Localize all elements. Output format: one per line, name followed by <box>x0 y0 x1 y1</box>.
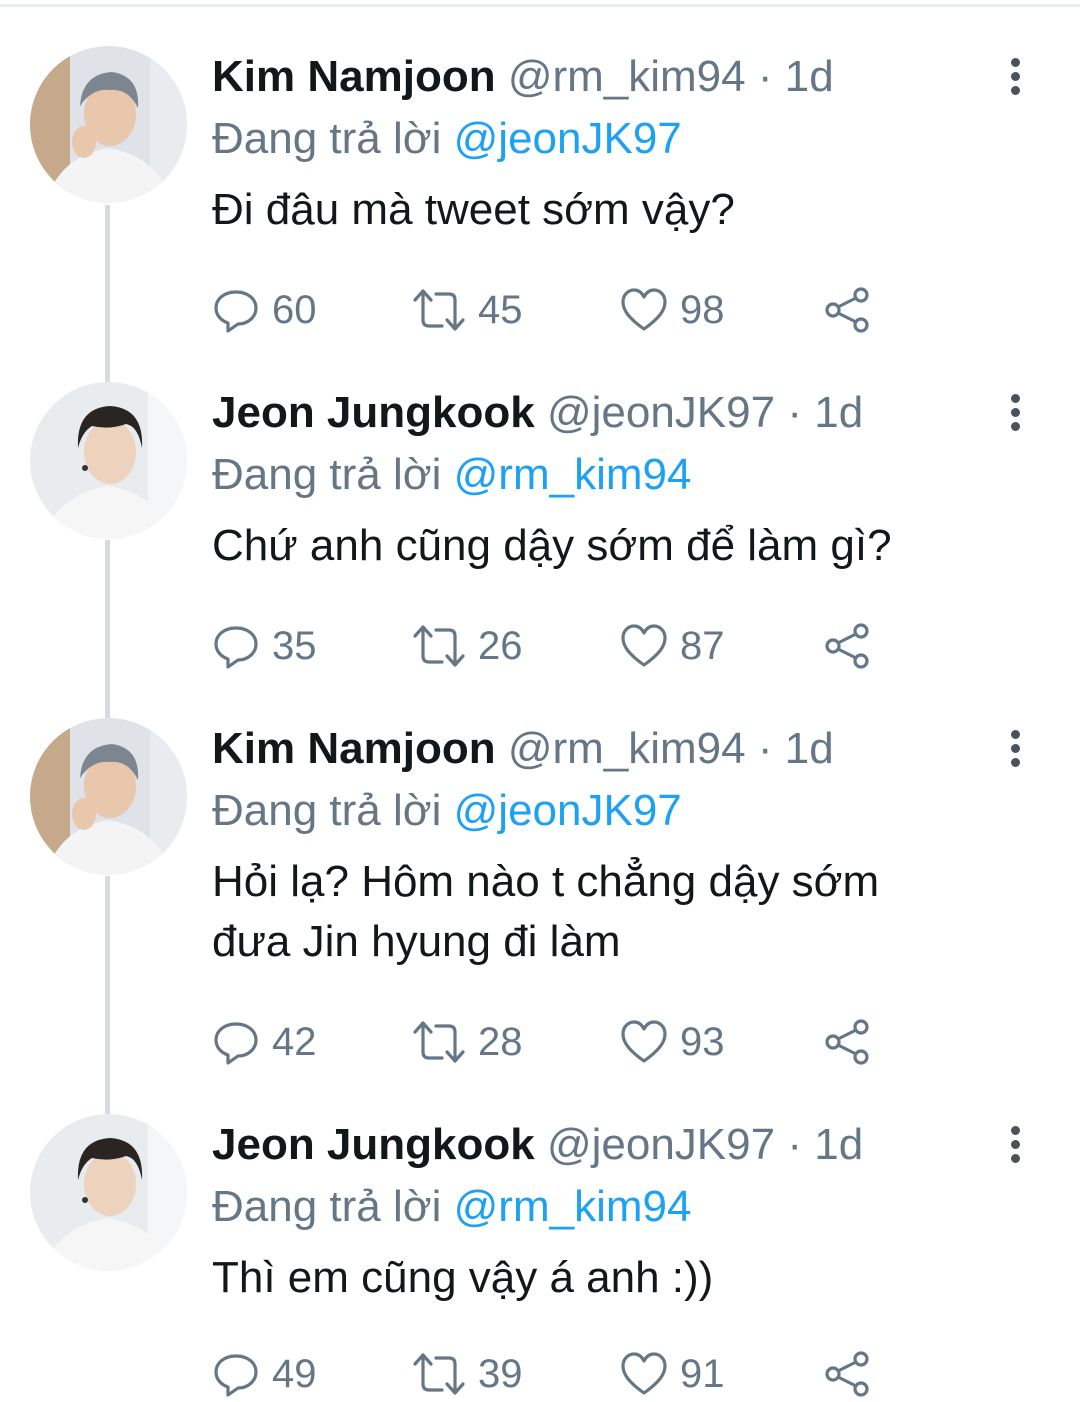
reply-count: 35 <box>272 623 317 668</box>
avatar[interactable] <box>30 46 187 203</box>
reply-button[interactable]: 60 <box>212 282 317 338</box>
avatar[interactable] <box>30 382 187 539</box>
tweet-actions: 60 45 98 <box>212 282 892 338</box>
like-button[interactable]: 98 <box>620 282 725 338</box>
avatar[interactable] <box>30 1114 187 1271</box>
like-count: 98 <box>680 287 725 332</box>
retweet-button[interactable]: 28 <box>412 1014 523 1070</box>
reply-button[interactable]: 35 <box>212 618 317 674</box>
reply-button[interactable]: 42 <box>212 1014 317 1070</box>
heart-icon <box>621 288 667 331</box>
like-button[interactable]: 91 <box>620 1346 725 1402</box>
more-options-icon[interactable] <box>1008 394 1022 434</box>
separator-dot: · <box>757 52 773 101</box>
more-options-icon[interactable] <box>1008 730 1022 770</box>
timestamp[interactable]: 1d <box>814 388 863 437</box>
timestamp[interactable]: 1d <box>785 52 834 101</box>
replying-to-label: Đang trả lời <box>212 786 442 835</box>
tweet-text-line: Hỏi lạ? Hôm nào t chẳng dậy sớm <box>212 857 880 906</box>
retweet-button[interactable]: 26 <box>412 618 523 674</box>
tweet-text: Thì em cũng vậy á anh :)) <box>212 1253 714 1302</box>
share-button[interactable] <box>824 618 884 674</box>
mention-link[interactable]: @rm_kim94 <box>454 1182 692 1231</box>
share-button[interactable] <box>824 1014 884 1070</box>
retweet-button[interactable]: 45 <box>412 282 523 338</box>
like-count: 87 <box>680 623 725 668</box>
retweet-icon <box>413 289 465 331</box>
separator-dot: · <box>787 388 802 437</box>
retweet-icon <box>413 625 465 667</box>
replying-to-label: Đang trả lời <box>212 114 442 163</box>
timestamp[interactable]: 1d <box>785 724 834 773</box>
display-name[interactable]: Kim Namjoon <box>212 724 496 773</box>
share-icon <box>825 1351 869 1397</box>
like-button[interactable]: 87 <box>620 618 725 674</box>
retweet-icon <box>413 1021 465 1063</box>
thread-line <box>105 205 110 383</box>
timestamp[interactable]: 1d <box>814 1120 863 1169</box>
user-handle[interactable]: @rm_kim94 <box>508 724 746 773</box>
share-icon <box>825 623 869 669</box>
avatar[interactable] <box>30 718 187 875</box>
user-handle[interactable]: @rm_kim94 <box>508 52 746 101</box>
retweet-count: 26 <box>478 623 523 668</box>
tweet-actions: 35 26 87 <box>212 618 892 674</box>
replying-to-label: Đang trả lời <box>212 1182 442 1231</box>
top-divider <box>0 4 1080 7</box>
share-icon <box>825 1019 869 1065</box>
retweet-count: 28 <box>478 1019 523 1064</box>
tweet-actions: 49 39 91 <box>212 1346 892 1402</box>
like-button[interactable]: 93 <box>620 1014 725 1070</box>
heart-icon <box>621 1020 667 1063</box>
share-icon <box>825 287 869 333</box>
replying-to-label: Đang trả lời <box>212 450 442 499</box>
tweet-text-line: đưa Jin hyung đi làm <box>212 917 621 966</box>
user-handle[interactable]: @jeonJK97 <box>547 388 775 437</box>
share-button[interactable] <box>824 282 884 338</box>
retweet-count: 39 <box>478 1351 523 1396</box>
reply-count: 42 <box>272 1019 317 1064</box>
heart-icon <box>621 1352 667 1395</box>
like-count: 93 <box>680 1019 725 1064</box>
tweet-text: Đi đâu mà tweet sớm vậy? <box>212 185 735 234</box>
reply-icon <box>214 626 258 669</box>
tweet-text: Chứ anh cũng dậy sớm để làm gì? <box>212 521 892 570</box>
share-button[interactable] <box>824 1346 884 1402</box>
separator-dot: · <box>757 724 773 773</box>
tweet-actions: 42 28 93 <box>212 1014 892 1070</box>
more-options-icon[interactable] <box>1008 1126 1022 1166</box>
display-name[interactable]: Jeon Jungkook <box>212 388 535 437</box>
like-count: 91 <box>680 1351 725 1396</box>
display-name[interactable]: Kim Namjoon <box>212 52 496 101</box>
reply-button[interactable]: 49 <box>212 1346 317 1402</box>
display-name[interactable]: Jeon Jungkook <box>212 1120 535 1169</box>
reply-icon <box>214 1354 258 1397</box>
reply-count: 49 <box>272 1351 317 1396</box>
heart-icon <box>621 624 667 667</box>
retweet-count: 45 <box>478 287 523 332</box>
separator-dot: · <box>787 1120 802 1169</box>
reply-icon <box>214 290 258 333</box>
user-handle[interactable]: @jeonJK97 <box>547 1120 775 1169</box>
reply-count: 60 <box>272 287 317 332</box>
tweet-text: Hỏi lạ? Hôm nào t chẳng dậy sớm đưa Jin … <box>212 852 1040 972</box>
more-options-icon[interactable] <box>1008 58 1022 98</box>
retweet-button[interactable]: 39 <box>412 1346 523 1402</box>
mention-link[interactable]: @rm_kim94 <box>454 450 692 499</box>
thread-line <box>105 540 110 718</box>
reply-icon <box>214 1022 258 1065</box>
mention-link[interactable]: @jeonJK97 <box>454 114 682 163</box>
retweet-icon <box>413 1353 465 1395</box>
thread-line <box>105 876 110 1114</box>
mention-link[interactable]: @jeonJK97 <box>454 786 682 835</box>
